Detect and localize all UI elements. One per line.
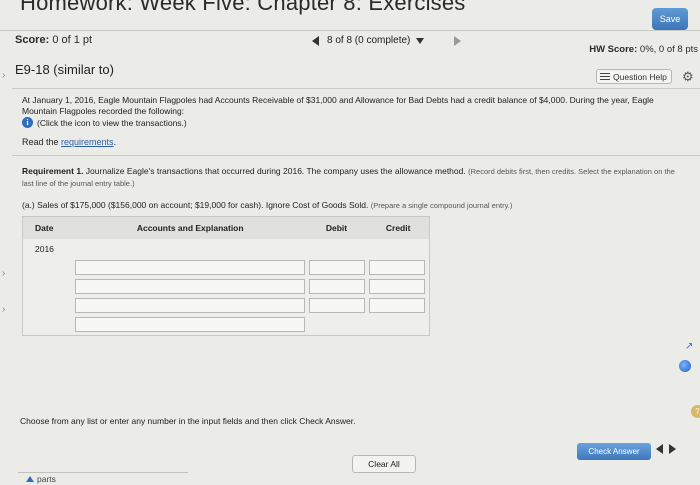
debit-input[interactable] — [309, 279, 365, 294]
journal-entry-table: Date Accounts and Explanation Debit Cred… — [22, 216, 430, 336]
date-header: Date — [35, 223, 54, 233]
journal-year: 2016 — [35, 243, 54, 254]
journal-row: 2016 — [23, 239, 429, 258]
requirement-1-text: Journalize Eagle's transactions that occ… — [85, 166, 466, 176]
journal-row — [23, 258, 429, 277]
question-navigation: 8 of 8 (0 complete) — [312, 35, 462, 46]
hw-score-value: 0%, 0 of 8 pts — [639, 44, 698, 55]
hw-score: HW Score: 0%, 0 of 8 pts — [589, 44, 698, 55]
account-select[interactable] — [75, 298, 305, 313]
journal-row — [23, 296, 429, 315]
question-progress[interactable]: 8 of 8 (0 complete) — [327, 35, 410, 46]
problem-intro: At January 1, 2016, Eagle Mountain Flagp… — [22, 95, 654, 116]
part-a-text: (a.) Sales of $175,000 ($156,000 on acco… — [22, 200, 369, 210]
score: Score: 0 of 1 pt — [15, 34, 92, 46]
debit-header: Debit — [325, 223, 348, 233]
read-prefix: Read the — [22, 137, 62, 147]
question-dropdown-icon[interactable] — [416, 37, 425, 44]
page: Homework: Week Five: Chapter 8: Exercise… — [0, 0, 700, 485]
debit-input[interactable] — [309, 298, 365, 313]
page-title: Homework: Week Five: Chapter 8: Exercise… — [20, 0, 466, 15]
help-icon[interactable]: ? — [691, 405, 700, 418]
journal-header: Date Accounts and Explanation Debit Cred… — [23, 217, 429, 239]
accounts-header: Accounts and Explanation — [136, 223, 244, 233]
transactions-link[interactable]: i (Click the icon to view the transactio… — [22, 117, 187, 128]
journal-row — [23, 315, 429, 334]
footer-navigation — [656, 444, 676, 454]
parts-indicator[interactable]: parts — [26, 474, 56, 484]
credit-input[interactable] — [369, 279, 425, 294]
credit-header: Credit — [385, 223, 411, 233]
account-select[interactable] — [75, 260, 305, 275]
requirements-link[interactable]: requirements — [61, 137, 114, 147]
chevron-right-icon: › — [2, 70, 6, 81]
list-icon — [600, 73, 610, 80]
question-help-label: Question Help — [613, 71, 667, 82]
score-value: 0 of 1 pt — [52, 34, 93, 46]
next-question-icon[interactable] — [454, 35, 462, 46]
expand-icon[interactable]: ↗ — [685, 341, 693, 352]
explanation-select[interactable] — [75, 317, 305, 332]
divider — [12, 155, 700, 156]
click-icon-text: (Click the icon to view the transactions… — [37, 117, 187, 128]
problem-id: E9-18 (similar to) — [15, 62, 114, 77]
save-button[interactable]: Save — [652, 8, 688, 30]
credit-input[interactable] — [369, 298, 425, 313]
gear-icon[interactable]: ⚙ — [682, 69, 694, 85]
clear-all-button[interactable]: Clear All — [352, 455, 416, 473]
score-label: Score: — [15, 34, 50, 46]
chevron-right-icon: › — [2, 304, 6, 315]
debit-input[interactable] — [309, 260, 365, 275]
parts-label: parts — [37, 474, 56, 484]
previous-icon[interactable] — [656, 444, 663, 454]
requirements-line: Read the requirements. — [22, 137, 117, 147]
chevron-right-icon: › — [2, 268, 6, 279]
parts-triangle-icon — [26, 476, 34, 482]
status-dot-icon — [679, 360, 691, 372]
previous-question-icon[interactable] — [312, 35, 319, 46]
hw-score-label: HW Score: — [589, 44, 638, 55]
journal-row — [23, 277, 429, 296]
part-a: (a.) Sales of $175,000 ($156,000 on acco… — [22, 200, 512, 210]
check-answer-button[interactable]: Check Answer — [577, 443, 651, 460]
requirement-1-label: Requirement 1. — [22, 166, 84, 176]
instruction-text: Choose from any list or enter any number… — [20, 416, 356, 426]
next-icon[interactable] — [669, 444, 676, 454]
account-select[interactable] — [75, 279, 305, 294]
question-help-button[interactable]: Question Help — [596, 69, 672, 84]
requirement-1: Requirement 1. Journalize Eagle's transa… — [22, 166, 682, 189]
header-divider — [0, 30, 700, 31]
credit-input[interactable] — [369, 260, 425, 275]
info-icon[interactable]: i — [22, 117, 33, 128]
part-a-note: (Prepare a single compound journal entry… — [370, 201, 513, 210]
divider — [12, 88, 700, 89]
